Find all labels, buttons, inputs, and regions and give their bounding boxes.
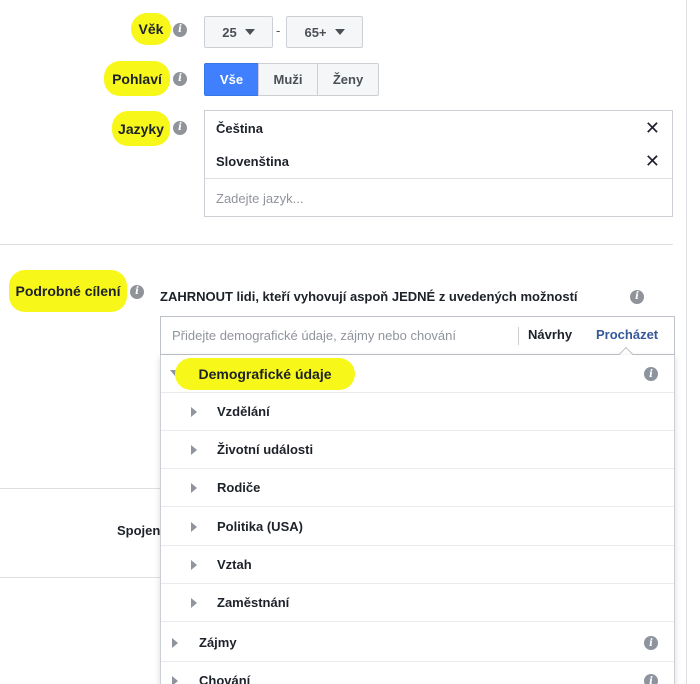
subcategory-education[interactable]: Vzdělání — [161, 393, 674, 431]
age-info-icon[interactable]: i — [173, 23, 187, 37]
category-behaviors-label: Chování — [199, 673, 251, 684]
age-to-select[interactable]: 65+ — [286, 16, 363, 48]
subcategory-life-events[interactable]: Životní události — [161, 431, 674, 469]
gender-info-icon[interactable]: i — [173, 72, 187, 86]
subcategory-work[interactable]: Zaměstnání — [161, 584, 674, 622]
triangle-right-icon — [191, 522, 197, 532]
caret-down-icon — [244, 29, 255, 35]
info-icon[interactable]: i — [644, 674, 658, 684]
triangle-right-icon — [172, 676, 178, 684]
search-separator — [518, 327, 519, 345]
subcategory-label: Životní události — [217, 442, 314, 457]
language-input[interactable]: Zadejte jazyk... — [205, 178, 672, 217]
gender-label-text: Pohlaví — [112, 70, 162, 87]
age-to-value: 65+ — [304, 24, 327, 40]
subcategory-parents[interactable]: Rodiče — [161, 469, 674, 507]
close-icon[interactable]: ✕ — [645, 118, 660, 139]
triangle-right-icon — [191, 483, 197, 493]
triangle-right-icon — [191, 445, 197, 455]
browse-dropdown: Demografické údaje i Vzdělání Životní ud… — [160, 355, 675, 684]
language-tag: Čeština ✕ — [205, 112, 672, 145]
section-divider — [0, 244, 673, 245]
category-interests-label: Zájmy — [199, 635, 237, 650]
language-tag: Slovenština ✕ — [205, 145, 672, 178]
triangle-right-icon — [191, 407, 197, 417]
gender-label: Pohlaví — [104, 61, 170, 96]
triangle-right-icon — [191, 598, 197, 608]
gender-option-all[interactable]: Vše — [204, 63, 259, 96]
caret-down-icon — [334, 29, 345, 35]
gender-option-women[interactable]: Ženy — [317, 63, 379, 96]
info-icon[interactable]: i — [644, 636, 658, 650]
subcategory-label: Zaměstnání — [217, 595, 290, 610]
section-divider — [0, 488, 160, 489]
language-tag-label: Čeština — [216, 121, 263, 136]
age-from-value: 25 — [222, 24, 237, 40]
panel-right-border — [686, 0, 687, 684]
close-icon[interactable]: ✕ — [645, 151, 660, 172]
category-behaviors[interactable]: Chování i — [161, 662, 674, 684]
category-demographics[interactable]: Demografické údaje i — [161, 355, 674, 393]
detailed-targeting-label: Podrobné cílení — [9, 270, 127, 312]
languages-label-text: Jazyky — [118, 120, 164, 137]
info-icon[interactable]: i — [644, 367, 658, 381]
age-label: Věk — [131, 13, 171, 45]
subcategory-label: Politika (USA) — [217, 519, 303, 534]
subcategory-politics[interactable]: Politika (USA) — [161, 508, 674, 546]
demographics-highlight: Demografické údaje — [175, 358, 355, 390]
section-divider — [0, 577, 160, 578]
tab-browse[interactable]: Procházet — [596, 327, 658, 342]
category-interests[interactable]: Zájmy i — [161, 624, 674, 662]
language-tag-label: Slovenština — [216, 154, 289, 169]
languages-info-icon[interactable]: i — [173, 121, 187, 135]
include-text-value: ZAHRNOUT lidi, kteří vyhovují aspoň JEDN… — [160, 289, 578, 304]
detailed-targeting-label-text: Podrobné cílení — [15, 283, 121, 299]
languages-label: Jazyky — [112, 111, 170, 146]
category-demographics-label: Demografické údaje — [198, 366, 332, 382]
triangle-right-icon — [191, 560, 197, 570]
subcategory-label: Vzdělání — [217, 404, 270, 419]
include-info-icon[interactable]: i — [630, 290, 644, 304]
subcategory-label: Rodiče — [217, 480, 261, 495]
triangle-right-icon — [172, 638, 178, 648]
age-separator: - — [276, 23, 281, 38]
subcategory-relationship[interactable]: Vztah — [161, 546, 674, 584]
detailed-targeting-info-icon[interactable]: i — [130, 285, 144, 299]
gender-option-men[interactable]: Muži — [258, 63, 318, 96]
languages-box: Čeština ✕ Slovenština ✕ Zadejte jazyk... — [204, 110, 673, 217]
targeting-search-input[interactable]: Přidejte demografické údaje, zájmy nebo … — [160, 316, 675, 362]
tab-suggestions[interactable]: Návrhy — [528, 327, 572, 342]
subcategory-label: Vztah — [217, 557, 252, 572]
include-text: ZAHRNOUT lidi, kteří vyhovují aspoň JEDN… — [160, 289, 578, 304]
age-from-select[interactable]: 25 — [204, 16, 273, 48]
age-label-text: Věk — [138, 21, 164, 37]
targeting-search-placeholder: Přidejte demografické údaje, zájmy nebo … — [172, 328, 456, 343]
connections-label: Spojen — [117, 523, 161, 538]
